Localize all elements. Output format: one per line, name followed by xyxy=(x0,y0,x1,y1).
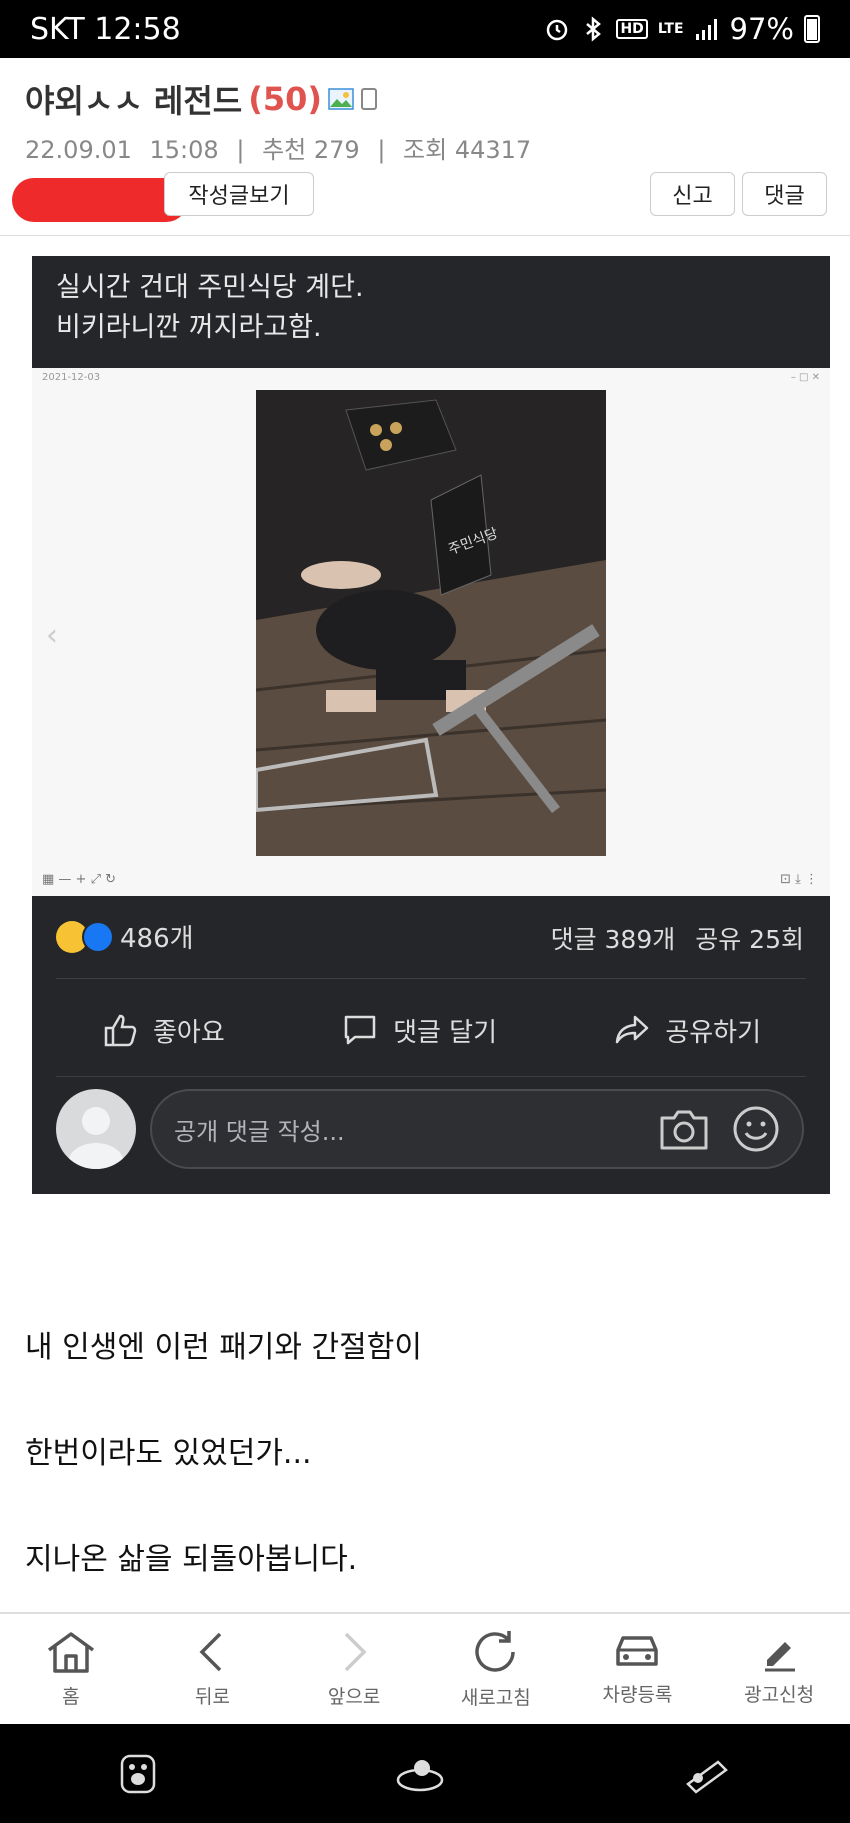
stairs-photo: 주민식당 xyxy=(256,390,606,856)
alarm-icon xyxy=(547,19,568,41)
post-meta: 22.09.01 15:08 | 추천 279 | 조회 44317 xyxy=(25,130,531,165)
comment-action[interactable]: 댓글 달기 xyxy=(341,1011,497,1049)
like-action[interactable]: 좋아요 xyxy=(101,1011,225,1049)
car-icon xyxy=(616,1635,659,1666)
window-controls: – □ ✕ xyxy=(790,372,820,383)
meta-separator: | xyxy=(377,136,386,164)
post-photo: 주민식당 xyxy=(256,390,606,856)
report-button[interactable]: 신고 xyxy=(650,172,735,216)
forward-arrow-icon xyxy=(344,1632,367,1671)
comments-stat[interactable]: 댓글 389개 xyxy=(551,920,676,956)
post-date: 22.09.01 xyxy=(25,136,132,164)
bottom-nav: 홈 뒤로 앞으로 새로고침 차량등록 광고신청 xyxy=(0,1612,850,1724)
comment-action-label: 댓글 달기 xyxy=(393,1017,498,1048)
nav-ad-label: 광고신청 xyxy=(744,1683,815,1706)
share-label: 공유하기 xyxy=(665,1017,761,1048)
reaction-count: 486개 xyxy=(120,924,194,954)
signal-icon xyxy=(695,19,717,40)
body-line-3: 지나온 삶을 되돌아봅니다. xyxy=(25,1542,358,1577)
thumbs-up-icon xyxy=(104,1014,137,1047)
bluetooth-icon xyxy=(586,16,602,42)
view-count: 조회 44317 xyxy=(403,136,532,164)
reaction-summary[interactable]: 486개 xyxy=(56,918,194,955)
post-stats: 댓글 389개 공유 25회 xyxy=(551,920,804,956)
body-line-2: 한번이라도 있었던가... xyxy=(25,1436,312,1471)
nav-back-label: 뒤로 xyxy=(195,1685,230,1708)
comment-button[interactable]: 댓글 xyxy=(742,172,827,216)
comment-placeholder: 공개 댓글 작성... xyxy=(174,1117,345,1146)
fb-post-caption: 실시간 건대 주민식당 계단. 비키라니깐 꺼지라고함. xyxy=(32,256,830,368)
viewer-action-icons[interactable]: ⊡ ⤓ ⋮ xyxy=(780,872,818,890)
comment-count[interactable]: (50) xyxy=(248,80,322,118)
nav-home-label: 홈 xyxy=(62,1685,80,1708)
camera-icon[interactable] xyxy=(658,1106,710,1152)
nav-refresh[interactable]: 새로고침 xyxy=(436,1629,556,1710)
nav-home[interactable]: 홈 xyxy=(11,1630,131,1709)
caption-line-1: 실시간 건대 주민식당 계단. xyxy=(56,272,364,303)
battery-percent: 97% xyxy=(729,12,794,46)
hd-voice-icon: HD xyxy=(616,19,648,39)
image-viewer: 2021-12-03 – □ ✕ ‹ 주민식당 ▦ — + ⤢ ↻ ⊡ ⤓ ⋮ xyxy=(32,368,830,896)
pencil-icon xyxy=(765,1641,796,1671)
meta-separator: | xyxy=(236,136,245,164)
back-arrow-icon xyxy=(200,1632,222,1671)
prev-image-icon[interactable]: ‹ xyxy=(46,618,58,653)
viewer-top-bar: 2021-12-03 – □ ✕ xyxy=(42,372,820,386)
caption-line-2: 비키라니깐 꺼지라고함. xyxy=(56,312,322,343)
image-attached-icon xyxy=(328,88,354,110)
back-app-icon[interactable] xyxy=(682,1754,732,1794)
nav-refresh-label: 새로고침 xyxy=(460,1686,531,1709)
system-nav-bar xyxy=(0,1724,850,1823)
status-bar: SKT 12:58 HD LTE 97% xyxy=(0,0,850,58)
nav-ad-request[interactable]: 광고신청 xyxy=(719,1632,839,1707)
comment-bubble-icon xyxy=(344,1015,376,1045)
view-posts-button[interactable]: 작성글보기 xyxy=(164,172,314,216)
viewer-zoom-controls[interactable]: ▦ — + ⤢ ↻ xyxy=(42,872,116,890)
mobile-icon xyxy=(361,88,378,110)
fb-post-footer: 486개 댓글 389개 공유 25회 좋아요 댓글 달기 공유하기 공개 댓글… xyxy=(32,896,830,1194)
home-app-icon[interactable] xyxy=(395,1754,445,1794)
nav-back[interactable]: 뒤로 xyxy=(152,1630,272,1709)
shares-stat[interactable]: 공유 25회 xyxy=(695,920,804,956)
author-name-redacted[interactable] xyxy=(12,178,188,222)
divider xyxy=(56,978,806,979)
lte-icon: LTE xyxy=(657,21,684,37)
post-time: 15:08 xyxy=(149,136,219,164)
emoji-icon[interactable] xyxy=(732,1105,780,1153)
battery-icon xyxy=(804,15,820,43)
post-header: 야외ㅅㅅ 레전드 (50) 22.09.01 15:08 | 추천 279 | … xyxy=(0,58,850,236)
body-line-1: 내 인생엔 이런 패기와 간절함이 xyxy=(25,1330,422,1365)
divider xyxy=(56,1076,806,1077)
share-action[interactable]: 공유하기 xyxy=(613,1011,761,1049)
post-actions: 좋아요 댓글 달기 공유하기 xyxy=(56,998,806,1062)
embedded-screenshot: 실시간 건대 주민식당 계단. 비키라니깐 꺼지라고함. 2021-12-03 … xyxy=(32,256,830,1194)
nav-forward-label: 앞으로 xyxy=(327,1685,381,1708)
refresh-icon xyxy=(475,1630,515,1672)
comment-input[interactable]: 공개 댓글 작성... xyxy=(150,1089,804,1169)
post-title: 야외ㅅㅅ 레전드 xyxy=(25,82,243,120)
nav-car-register[interactable]: 차량등록 xyxy=(577,1632,697,1707)
avatar xyxy=(56,1089,136,1169)
viewer-date: 2021-12-03 xyxy=(42,372,101,383)
nav-forward[interactable]: 앞으로 xyxy=(294,1630,414,1709)
viewer-bottom-bar: ▦ — + ⤢ ↻ ⊡ ⤓ ⋮ xyxy=(42,872,818,890)
like-reaction-icon xyxy=(82,920,114,953)
nav-car-label: 차량등록 xyxy=(602,1683,673,1706)
share-arrow-icon xyxy=(616,1015,649,1044)
carrier-time: SKT 12:58 xyxy=(30,11,181,47)
recommend-count: 추천 279 xyxy=(262,136,360,164)
like-label: 좋아요 xyxy=(153,1017,225,1048)
home-icon xyxy=(47,1631,94,1673)
paw-app-icon[interactable] xyxy=(118,1752,158,1796)
